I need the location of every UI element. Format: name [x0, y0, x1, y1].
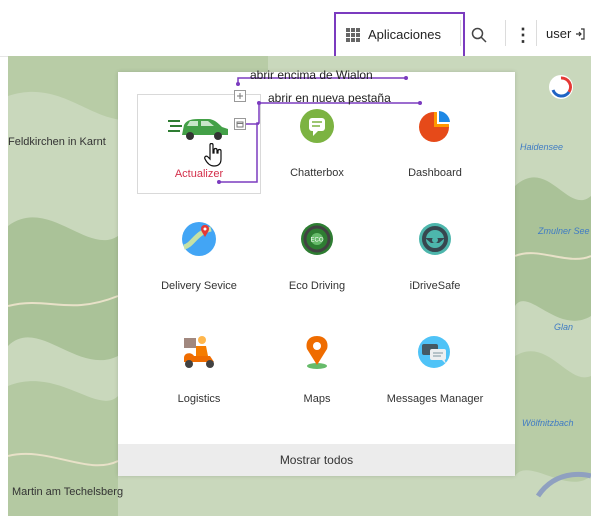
app-tile-eco-driving[interactable]: ECO Eco Driving: [255, 207, 379, 307]
annotation-open-new-tab: abrir en nueva pestaña: [268, 91, 391, 105]
app-tile-logistics[interactable]: Logistics: [137, 320, 261, 420]
delivery-scooter-icon: [184, 336, 214, 368]
app-label: Messages Manager: [386, 393, 484, 405]
open-embedded-icon[interactable]: [234, 90, 246, 102]
app-label: Eco Driving: [288, 280, 346, 292]
message-bubbles-icon: [418, 336, 450, 368]
steering-wheel-icon: [419, 223, 451, 255]
user-menu[interactable]: user: [546, 26, 585, 41]
eco-steering-wheel-icon: ECO: [301, 223, 333, 255]
applications-label: Aplicaciones: [368, 27, 441, 42]
user-label: user: [546, 26, 572, 41]
pie-chart-icon: [419, 109, 452, 142]
applications-button[interactable]: Aplicaciones: [334, 12, 465, 60]
map-water-label: Zmulner See: [538, 226, 590, 236]
brand-logo-icon: [549, 75, 573, 99]
app-label: Maps: [303, 393, 331, 405]
app-label: Actualizer: [174, 168, 224, 180]
map-water-label: Wölfnitzbach: [522, 418, 574, 428]
annotation-open-over: abrir encima de Wialon: [250, 68, 373, 82]
map-water-label: Glan: [554, 322, 574, 332]
map-pin-icon: [306, 336, 328, 369]
app-label: iDriveSafe: [409, 280, 461, 292]
map-route-icon: [182, 222, 216, 256]
more-options-icon[interactable]: ⋮: [514, 25, 532, 45]
map-water-label: Haidensee: [520, 142, 564, 152]
app-tile-chatterbox[interactable]: Chatterbox: [255, 94, 379, 194]
app-tile-maps[interactable]: Maps: [255, 320, 379, 420]
app-tile-dashboard[interactable]: Dashboard: [373, 94, 497, 194]
hand-cursor-icon: [204, 143, 222, 167]
map-place-label: Martin am Techelsberg: [12, 486, 124, 498]
green-car-icon: [168, 119, 228, 140]
app-tile-messages-manager[interactable]: Messages Manager: [373, 320, 497, 420]
app-label: Dashboard: [408, 167, 462, 179]
app-tile-delivery-sevice[interactable]: Delivery Sevice: [137, 207, 261, 307]
open-new-tab-icon[interactable]: [234, 118, 246, 130]
top-bar: Aplicaciones ⋮ user: [0, 0, 591, 60]
app-tile-idrivesafe[interactable]: iDriveSafe: [373, 207, 497, 307]
show-all-button[interactable]: Mostrar todos: [118, 444, 515, 476]
applications-panel: Actualizer Chatterbox Dashboard Delivery…: [118, 72, 515, 476]
divider: [460, 20, 461, 46]
app-label: Logistics: [177, 393, 221, 405]
chat-bubble-icon: [300, 109, 334, 143]
app-tile-actualizer[interactable]: Actualizer: [137, 94, 261, 194]
apps-grid-icon: [346, 27, 360, 42]
divider: [536, 20, 537, 46]
search-icon[interactable]: [470, 26, 488, 44]
svg-text:ECO: ECO: [310, 238, 323, 244]
app-label: Delivery Sevice: [161, 280, 237, 292]
app-label: Chatterbox: [290, 167, 344, 179]
map-place-label: Feldkirchen in Karnt: [8, 136, 106, 148]
logout-icon[interactable]: [575, 27, 585, 40]
divider: [505, 20, 506, 46]
